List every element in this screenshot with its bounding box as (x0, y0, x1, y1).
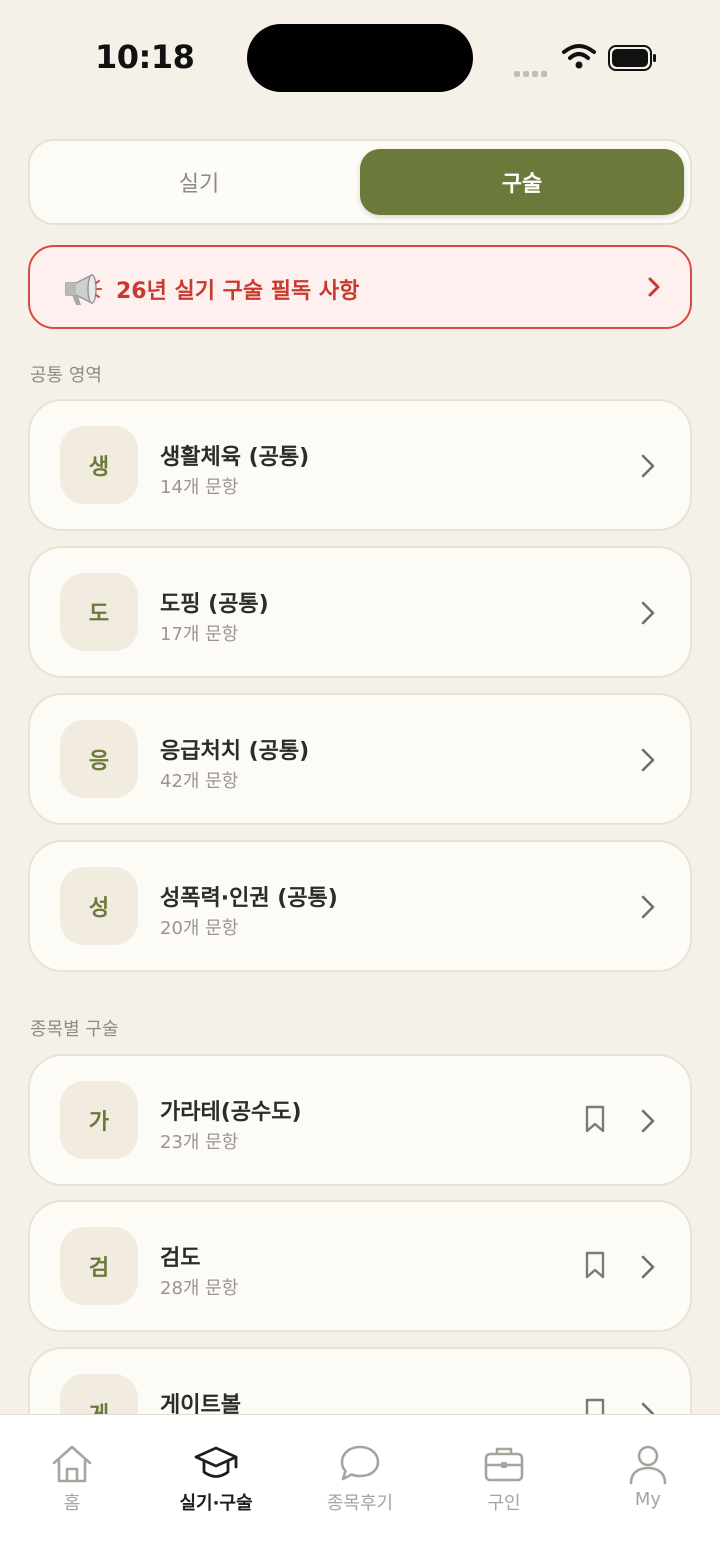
item-count: 20개 문항 (160, 918, 239, 939)
chevron-right-icon (641, 748, 655, 772)
bottom-tab-bar: 홈 실기·구술 종목후기 구인 My (0, 1414, 720, 1567)
item-badge: 생 (60, 426, 138, 504)
item-count: 23개 문항 (160, 1132, 239, 1153)
tab-practical-oral[interactable]: 실기·구술 (144, 1415, 288, 1515)
person-icon (629, 1445, 667, 1485)
chevron-right-icon (641, 454, 655, 478)
list-item[interactable]: 도 도핑 (공통) 17개 문항 (28, 546, 692, 678)
item-badge: 응 (60, 720, 138, 798)
graduation-cap-icon (194, 1446, 238, 1478)
chat-bubble-icon (340, 1445, 380, 1481)
wifi-icon (562, 44, 596, 69)
item-count: 17개 문항 (160, 624, 239, 645)
list-item[interactable]: 검 검도 28개 문항 (28, 1200, 692, 1332)
status-bar: 10:18 (0, 0, 720, 110)
bookmark-icon[interactable] (584, 1250, 606, 1280)
cellular-signal-icon (514, 62, 554, 77)
home-icon (52, 1445, 92, 1483)
item-count: 42개 문항 (160, 771, 239, 792)
chevron-right-icon (641, 895, 655, 919)
list-item[interactable]: 응 응급처치 (공통) 42개 문항 (28, 693, 692, 825)
chevron-right-icon (641, 1109, 655, 1133)
chevron-right-icon (648, 277, 660, 297)
item-badge: 도 (60, 573, 138, 651)
status-time: 10:18 (95, 38, 195, 76)
item-title: 검도 (160, 1246, 201, 1271)
tab-label: 실기·구술 (179, 1493, 253, 1514)
segment-control: 실기 구술 (28, 139, 692, 225)
item-title: 가라테(공수도) (160, 1100, 302, 1125)
tab-label: 종목후기 (326, 1493, 394, 1514)
list-item[interactable]: 성 성폭력·인권 (공통) 20개 문항 (28, 840, 692, 972)
chevron-right-icon (641, 601, 655, 625)
item-badge: 가 (60, 1081, 138, 1159)
dynamic-island (247, 24, 473, 92)
segment-practical-tab[interactable]: 실기 (38, 149, 360, 215)
tab-home[interactable]: 홈 (0, 1415, 144, 1515)
megaphone-icon (65, 273, 102, 305)
item-title: 응급처치 (공통) (160, 739, 310, 764)
chevron-right-icon (641, 1255, 655, 1279)
segment-oral-tab[interactable]: 구술 (360, 149, 684, 215)
bookmark-icon[interactable] (584, 1104, 606, 1134)
list-item[interactable]: 가 가라테(공수도) 23개 문항 (28, 1054, 692, 1186)
notice-banner[interactable]: 26년 실기 구술 필독 사항 (28, 245, 692, 329)
briefcase-icon (484, 1447, 524, 1482)
item-count: 14개 문항 (160, 477, 239, 498)
tab-jobs[interactable]: 구인 (432, 1415, 576, 1515)
battery-icon (608, 45, 656, 71)
item-title: 생활체육 (공통) (160, 445, 310, 470)
item-title: 성폭력·인권 (공통) (160, 886, 338, 911)
tab-label: 구인 (487, 1493, 521, 1514)
list-item[interactable]: 생 생활체육 (공통) 14개 문항 (28, 399, 692, 531)
item-badge: 검 (60, 1227, 138, 1305)
item-badge: 성 (60, 867, 138, 945)
section-title-common: 공통 영역 (30, 365, 102, 386)
tab-my[interactable]: My (576, 1415, 720, 1515)
item-count: 28개 문항 (160, 1278, 239, 1299)
tab-label: My (634, 1489, 662, 1510)
item-title: 도핑 (공통) (160, 592, 269, 617)
section-title-sport: 종목별 구술 (30, 1019, 119, 1040)
tab-reviews[interactable]: 종목후기 (288, 1415, 432, 1515)
notice-text: 26년 실기 구술 필독 사항 (116, 279, 360, 304)
tab-label: 홈 (63, 1493, 81, 1514)
